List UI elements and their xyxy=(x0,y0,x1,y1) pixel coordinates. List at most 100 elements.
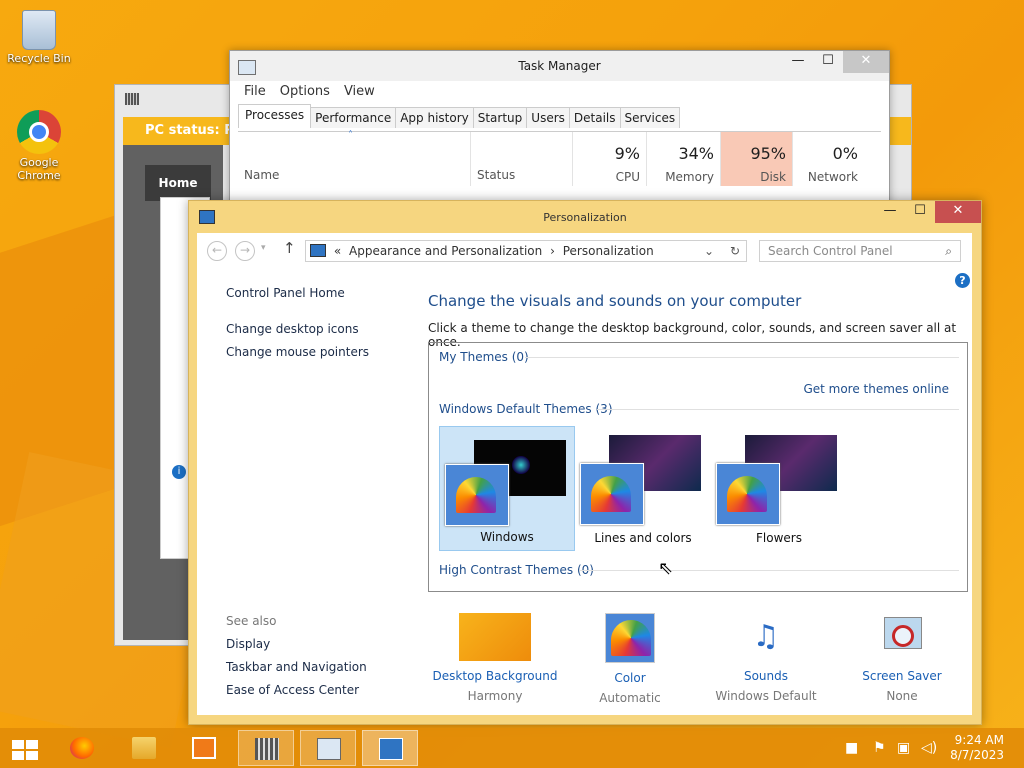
screen-saver-button[interactable]: Screen Saver None xyxy=(837,613,967,703)
menu-view[interactable]: View xyxy=(344,81,375,103)
taskbar: ■ ⚑ ▣ ◁) 9:24 AM 8/7/2023 xyxy=(0,728,1024,768)
folder-icon xyxy=(132,737,156,759)
personalization-window[interactable]: Personalization — ☐ ✕ ← → ▾ ↑ « Appearan… xyxy=(188,200,982,725)
show-desktop-icon[interactable]: ■ xyxy=(845,740,858,756)
desktop-icon-label: Google Chrome xyxy=(17,156,61,182)
back-button[interactable]: ← xyxy=(207,241,227,261)
column-label: Network xyxy=(807,170,858,184)
desktop-icon-google-chrome[interactable]: Google Chrome xyxy=(4,110,74,182)
taskbar-firefox[interactable] xyxy=(54,730,110,766)
clock-date: 8/7/2023 xyxy=(950,748,1004,762)
change-mouse-pointers-link[interactable]: Change mouse pointers xyxy=(226,345,369,359)
clock[interactable]: 9:24 AM 8/7/2023 xyxy=(950,733,1004,763)
column-disk[interactable]: 95% Disk xyxy=(720,132,792,186)
theme-flowers[interactable]: Flowers xyxy=(711,426,847,551)
minimize-button[interactable]: — xyxy=(875,201,905,223)
breadcrumb-personalization[interactable]: Personalization xyxy=(563,244,654,258)
recent-pages-dropdown[interactable]: ▾ xyxy=(261,243,266,253)
up-button[interactable]: ↑ xyxy=(283,239,296,257)
info-icon[interactable]: i xyxy=(172,465,186,479)
menu-options[interactable]: Options xyxy=(280,81,330,103)
address-dropdown-icon[interactable]: ⌄ xyxy=(704,241,714,261)
menu-file[interactable]: File xyxy=(244,81,266,103)
task-manager-window[interactable]: Task Manager — ☐ ✕ File Options View Pro… xyxy=(229,50,890,212)
color-icon xyxy=(605,613,655,663)
tab-users[interactable]: Users xyxy=(526,107,570,128)
default-themes-header[interactable]: Windows Default Themes (3) xyxy=(439,402,613,416)
breadcrumb-separator-icon: › xyxy=(550,244,555,258)
theme-list[interactable]: My Themes (0) Get more themes online Win… xyxy=(428,342,968,592)
column-network[interactable]: 0% Network xyxy=(792,132,864,186)
bottom-item-label: Desktop Background xyxy=(432,669,558,683)
start-button[interactable] xyxy=(0,730,50,766)
column-cpu[interactable]: 9% CPU xyxy=(572,132,646,186)
get-more-themes-link[interactable]: Get more themes online xyxy=(803,382,949,396)
maximize-button[interactable]: ☐ xyxy=(905,201,935,223)
column-memory[interactable]: 34% Memory xyxy=(646,132,720,186)
see-also-label: See also xyxy=(226,614,277,628)
home-tab[interactable]: Home xyxy=(145,165,211,201)
ease-of-access-link[interactable]: Ease of Access Center xyxy=(226,683,359,697)
network-percent: 0% xyxy=(832,144,858,163)
close-button[interactable]: ✕ xyxy=(843,51,889,73)
theme-windows[interactable]: Windows xyxy=(439,426,575,551)
page-title: Change the visuals and sounds on your co… xyxy=(428,292,802,310)
my-themes-header[interactable]: My Themes (0) xyxy=(439,350,529,364)
address-bar[interactable]: « Appearance and Personalization › Perso… xyxy=(305,240,747,262)
task-manager-icon xyxy=(317,738,341,760)
column-label: Status xyxy=(477,168,516,182)
high-contrast-header[interactable]: High Contrast Themes (0) xyxy=(439,563,594,577)
tab-processes[interactable]: Processes xyxy=(238,104,312,128)
taskbar-personalization[interactable] xyxy=(362,730,418,766)
recycle-bin-icon xyxy=(22,10,56,50)
mouse-cursor-icon: ⇖ xyxy=(658,558,674,579)
refresh-icon[interactable]: ↻ xyxy=(730,241,740,261)
theme-lines-and-colors[interactable]: Lines and colors xyxy=(575,426,711,551)
taskbar-background-app[interactable] xyxy=(238,730,294,766)
flag-icon[interactable]: ⚑ xyxy=(873,740,886,756)
control-panel-icon xyxy=(379,738,403,760)
help-icon[interactable]: ? xyxy=(955,273,970,288)
taskbar-file-explorer[interactable] xyxy=(116,730,172,766)
taskbar-media-player[interactable] xyxy=(176,730,232,766)
display-link[interactable]: Display xyxy=(226,637,270,651)
music-notes-icon: ♫ xyxy=(752,619,780,654)
media-player-icon xyxy=(192,737,216,759)
tab-details[interactable]: Details xyxy=(568,107,621,128)
forward-button[interactable]: → xyxy=(235,241,255,261)
windows-logo-icon xyxy=(12,740,38,760)
search-input[interactable]: Search Control Panel ⌕ xyxy=(759,240,961,262)
taskbar-task-manager[interactable] xyxy=(300,730,356,766)
tab-startup[interactable]: Startup xyxy=(472,107,528,128)
column-name[interactable]: Name xyxy=(244,168,279,182)
bottom-item-label: Screen Saver xyxy=(862,669,942,683)
desktop-icon-recycle-bin[interactable]: Recycle Bin xyxy=(4,10,74,65)
column-label: CPU xyxy=(615,170,640,184)
bottom-item-label: Sounds xyxy=(743,669,789,683)
search-placeholder: Search Control Panel xyxy=(768,244,893,258)
breadcrumb-prefix: « xyxy=(333,244,342,258)
breadcrumb-appearance[interactable]: Appearance and Personalization xyxy=(349,244,542,258)
taskbar-navigation-link[interactable]: Taskbar and Navigation xyxy=(226,660,367,674)
close-button[interactable]: ✕ xyxy=(935,201,981,223)
bottom-item-value: None xyxy=(886,689,918,703)
column-status[interactable]: Status xyxy=(470,132,572,186)
desktop-background-button[interactable]: Desktop Background Harmony xyxy=(430,613,560,703)
tab-services[interactable]: Services xyxy=(619,107,681,128)
color-swatch xyxy=(716,463,780,525)
bottom-item-value: Windows Default xyxy=(715,689,817,703)
tab-performance[interactable]: Performance xyxy=(310,107,397,128)
change-desktop-icons-link[interactable]: Change desktop icons xyxy=(226,322,359,336)
color-button[interactable]: Color Automatic xyxy=(565,613,695,705)
minimize-button[interactable]: — xyxy=(783,51,813,73)
network-icon[interactable]: ▣ xyxy=(897,740,910,756)
theme-name: Lines and colors xyxy=(594,531,692,545)
search-icon[interactable]: ⌕ xyxy=(945,241,952,261)
bottom-item-value: Automatic xyxy=(599,691,661,705)
column-label: Disk xyxy=(760,170,786,184)
maximize-button[interactable]: ☐ xyxy=(813,51,843,73)
sounds-button[interactable]: ♫ Sounds Windows Default xyxy=(701,613,831,703)
tab-app-history[interactable]: App history xyxy=(395,107,474,128)
control-panel-home-link[interactable]: Control Panel Home xyxy=(226,286,345,300)
volume-icon[interactable]: ◁) xyxy=(921,740,937,756)
